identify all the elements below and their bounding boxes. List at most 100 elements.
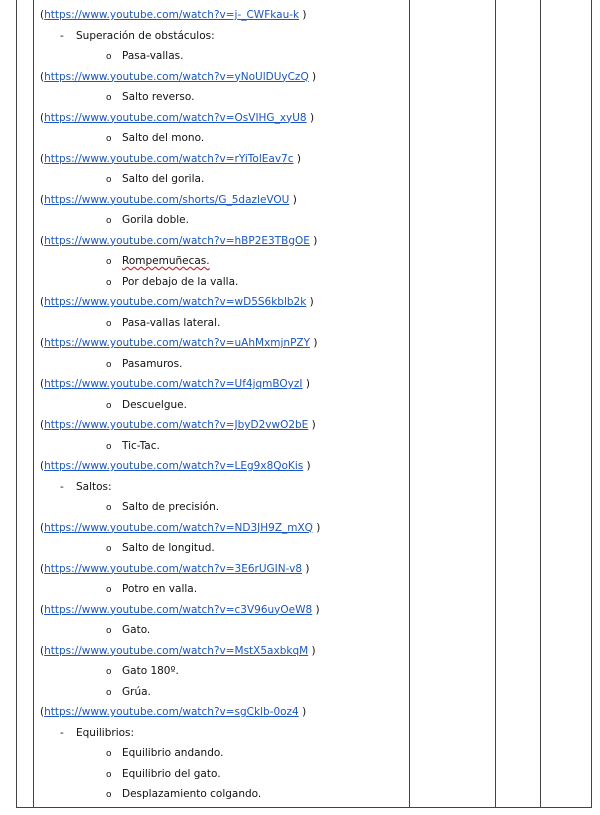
circle-bullet-icon: o bbox=[106, 277, 112, 288]
youtube-link[interactable]: https://www.youtube.com/watch?v=MstX5axb… bbox=[44, 645, 308, 657]
list-item: o Pasamuros. bbox=[38, 354, 408, 375]
section-label: Equilibrios: bbox=[76, 726, 135, 739]
link-row: (https://www.youtube.com/watch?v=hBP2E3T… bbox=[38, 231, 408, 252]
youtube-link[interactable]: https://www.youtube.com/watch?v=LEg9x8Qo… bbox=[44, 460, 303, 472]
youtube-link[interactable]: https://www.youtube.com/watch?v=yNoUlDUy… bbox=[44, 71, 309, 83]
document-content: (https://www.youtube.com/watch?v=j-_CWFk… bbox=[38, 5, 408, 805]
list-item: o Gato. bbox=[38, 620, 408, 641]
table-column-divider bbox=[540, 0, 541, 807]
circle-bullet-icon: o bbox=[106, 175, 112, 185]
link-row: (https://www.youtube.com/watch?v=wD5S6kb… bbox=[38, 292, 408, 313]
link-row: (https://www.youtube.com/watch?v=j-_CWFk… bbox=[38, 5, 408, 26]
close-paren: ) bbox=[309, 234, 318, 247]
list-item: o Rompemuñecas. bbox=[38, 251, 408, 272]
list-item-label: Pasamuros. bbox=[122, 357, 183, 370]
close-paren: ) bbox=[303, 460, 311, 472]
close-paren: ) bbox=[308, 419, 316, 431]
circle-bullet-icon: o bbox=[106, 790, 112, 800]
list-item: o Pasa-vallas. bbox=[38, 46, 408, 67]
youtube-link[interactable]: https://www.youtube.com/watch?v=ND3JH9Z_… bbox=[44, 522, 313, 534]
link-row: (https://www.youtube.com/watch?v=c3V96uy… bbox=[38, 600, 408, 621]
link-row: (https://www.youtube.com/watch?v=yNoUlDU… bbox=[38, 67, 408, 88]
list-item-label: Gato. bbox=[122, 624, 151, 636]
circle-bullet-icon: o bbox=[106, 441, 112, 452]
circle-bullet-icon: o bbox=[106, 667, 112, 677]
close-paren: ) bbox=[306, 111, 315, 124]
circle-bullet-icon: o bbox=[106, 52, 112, 62]
link-row: (https://www.youtube.com/watch?v=uAhMxmj… bbox=[38, 333, 408, 354]
close-paren: ) bbox=[312, 521, 321, 534]
list-item-label: Descuelgue. bbox=[122, 398, 187, 411]
youtube-link[interactable]: https://www.youtube.com/watch?v=uAhMxmjn… bbox=[44, 337, 310, 349]
list-item: o Descuelgue. bbox=[38, 395, 408, 416]
youtube-link[interactable]: https://www.youtube.com/watch?v=rYiTolEa… bbox=[44, 153, 293, 165]
list-item: o Equilibrio andando. bbox=[38, 743, 408, 764]
youtube-link[interactable]: https://www.youtube.com/watch?v=wD5S6kbl… bbox=[44, 296, 306, 308]
list-item: o Potro en valla. bbox=[38, 579, 408, 600]
circle-bullet-icon: o bbox=[106, 503, 112, 513]
youtube-link[interactable]: https://www.youtube.com/watch?v=OsVIHG_x… bbox=[44, 112, 307, 124]
list-item: o Salto del gorila. bbox=[38, 169, 408, 190]
list-item-label: Equilibrio andando. bbox=[122, 747, 224, 759]
close-paren: ) bbox=[310, 337, 318, 349]
table-column-divider bbox=[495, 0, 496, 807]
close-paren: ) bbox=[312, 603, 320, 616]
list-item-label: Desplazamiento colgando. bbox=[122, 788, 262, 800]
list-item-label: Tic-Tac. bbox=[122, 439, 160, 452]
circle-bullet-icon: o bbox=[106, 400, 112, 411]
circle-bullet-icon: o bbox=[106, 749, 112, 759]
list-item-label: Gato 180º. bbox=[122, 665, 179, 677]
list-item-label: Gorila doble. bbox=[122, 214, 189, 226]
close-paren: ) bbox=[306, 296, 314, 308]
youtube-link[interactable]: https://www.youtube.com/watch?v=3E6rUGIN… bbox=[44, 563, 302, 575]
circle-bullet-icon: o bbox=[106, 93, 112, 103]
circle-bullet-icon: o bbox=[106, 318, 112, 329]
section-heading: - Equilibrios: bbox=[38, 723, 408, 744]
link-row: (https://www.youtube.com/watch?v=OsVIHG_… bbox=[38, 108, 408, 129]
list-item-label: Rompemuñecas. bbox=[122, 255, 210, 267]
youtube-link[interactable]: https://www.youtube.com/shorts/G_5dazleV… bbox=[44, 194, 289, 206]
table-column-divider bbox=[409, 0, 410, 807]
list-item: o Equilibrio del gato. bbox=[38, 764, 408, 785]
circle-bullet-icon: o bbox=[106, 585, 112, 595]
link-row: (https://www.youtube.com/watch?v=Uf4jqmB… bbox=[38, 374, 408, 395]
circle-bullet-icon: o bbox=[106, 687, 112, 698]
circle-bullet-icon: o bbox=[106, 769, 112, 780]
list-item: o Gato 180º. bbox=[38, 661, 408, 682]
list-item-label: Salto del gorila. bbox=[122, 173, 205, 185]
close-paren: ) bbox=[299, 9, 307, 21]
list-item: o Tic-Tac. bbox=[38, 436, 408, 457]
list-item: o Salto reverso. bbox=[38, 87, 408, 108]
circle-bullet-icon: o bbox=[106, 359, 112, 370]
close-paren: ) bbox=[289, 193, 297, 206]
list-item-label: Por debajo de la valla. bbox=[122, 275, 239, 288]
close-paren: ) bbox=[308, 644, 316, 657]
list-item-label: Salto de precisión. bbox=[122, 501, 220, 513]
close-paren: ) bbox=[298, 706, 307, 718]
link-row: (https://www.youtube.com/watch?v=LEg9x8Q… bbox=[38, 456, 408, 477]
section-label: Superación de obstáculos: bbox=[76, 29, 215, 42]
link-row: (https://www.youtube.com/watch?v=sgCklb-… bbox=[38, 702, 408, 723]
dash-bullet-icon: - bbox=[60, 726, 64, 739]
youtube-link[interactable]: https://www.youtube.com/watch?v=Uf4jqmBO… bbox=[44, 378, 302, 390]
link-row: (https://www.youtube.com/watch?v=MstX5ax… bbox=[38, 641, 408, 662]
close-paren: ) bbox=[293, 152, 301, 165]
dash-bullet-icon: - bbox=[60, 480, 64, 493]
youtube-link[interactable]: https://www.youtube.com/watch?v=hBP2E3TB… bbox=[44, 235, 310, 247]
list-item: o Salto del mono. bbox=[38, 128, 408, 149]
circle-bullet-icon: o bbox=[106, 257, 112, 267]
link-row: (https://www.youtube.com/watch?v=ND3JH9Z… bbox=[38, 518, 408, 539]
section-heading: - Saltos: bbox=[38, 477, 408, 498]
youtube-link[interactable]: https://www.youtube.com/watch?v=c3V96uyO… bbox=[44, 604, 312, 616]
youtube-link[interactable]: https://www.youtube.com/watch?v=j-_CWFka… bbox=[44, 9, 299, 21]
circle-bullet-icon: o bbox=[106, 544, 112, 554]
circle-bullet-icon: o bbox=[106, 216, 112, 226]
list-item-label: Equilibrio del gato. bbox=[122, 767, 221, 780]
list-item: o Gorila doble. bbox=[38, 210, 408, 231]
link-row: (https://www.youtube.com/watch?v=rYiTolE… bbox=[38, 149, 408, 170]
list-item-label: Pasa-vallas lateral. bbox=[122, 316, 221, 329]
youtube-link[interactable]: https://www.youtube.com/watch?v=JbyD2vwO… bbox=[44, 419, 308, 431]
section-label: Saltos: bbox=[76, 480, 112, 493]
list-item-label: Salto de longitud. bbox=[122, 542, 215, 554]
youtube-link[interactable]: https://www.youtube.com/watch?v=sgCklb-0… bbox=[44, 706, 299, 718]
